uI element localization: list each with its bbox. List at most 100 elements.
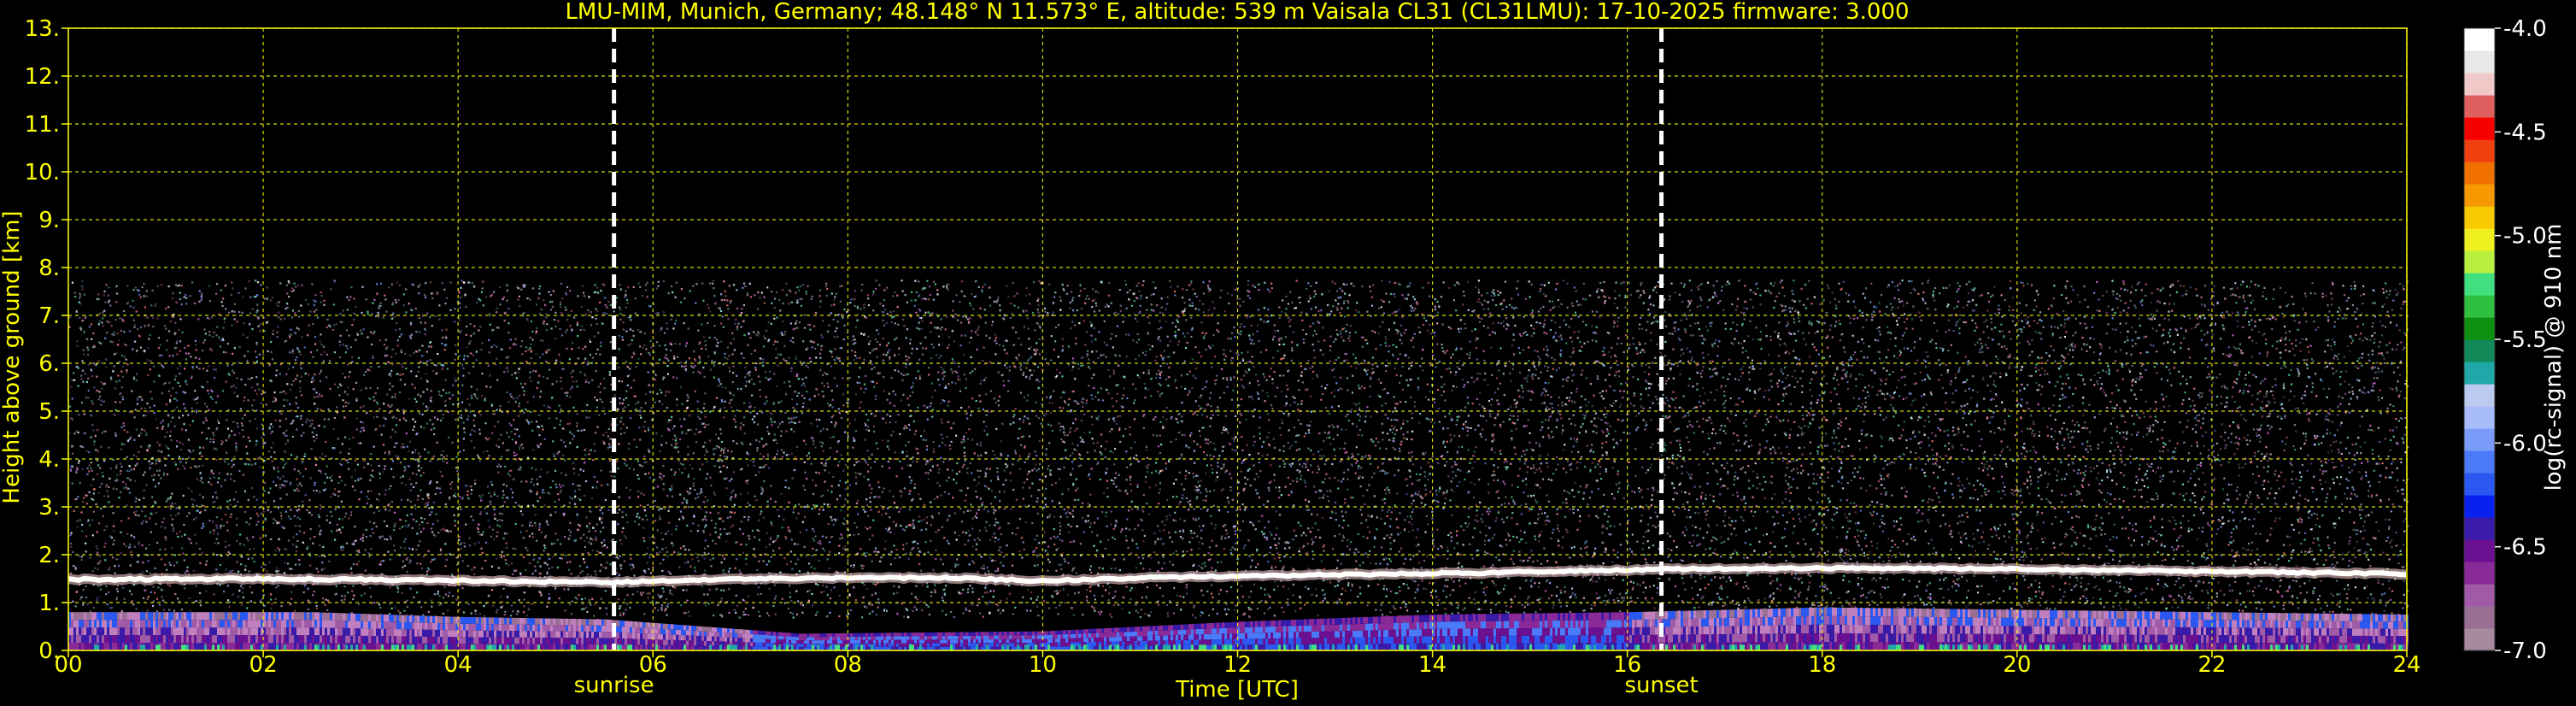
noise-speck bbox=[1933, 547, 1934, 549]
noise-speck bbox=[490, 536, 492, 538]
noise-speck bbox=[2252, 526, 2254, 527]
noise-speck bbox=[1888, 560, 1890, 562]
noise-speck bbox=[2046, 373, 2048, 374]
noise-speck bbox=[1823, 524, 1825, 526]
noise-speck bbox=[891, 316, 893, 318]
noise-speck bbox=[979, 470, 981, 472]
noise-speck bbox=[755, 362, 757, 364]
noise-speck bbox=[2074, 424, 2075, 426]
noise-speck bbox=[1773, 592, 1775, 594]
noise-speck bbox=[502, 551, 503, 553]
noise-speck bbox=[2357, 530, 2359, 532]
noise-speck bbox=[1746, 426, 1747, 427]
noise-speck bbox=[1151, 472, 1153, 474]
noise-speck bbox=[903, 325, 905, 327]
noise-speck bbox=[965, 432, 967, 433]
noise-speck bbox=[1887, 464, 1888, 466]
noise-speck bbox=[2285, 337, 2286, 338]
noise-speck bbox=[432, 370, 434, 372]
noise-speck bbox=[625, 514, 627, 515]
noise-speck bbox=[2233, 540, 2234, 542]
noise-speck bbox=[1353, 354, 1354, 356]
noise-speck bbox=[1394, 419, 1396, 421]
noise-speck bbox=[1851, 365, 1852, 367]
noise-speck bbox=[920, 317, 922, 319]
noise-speck bbox=[1270, 368, 1272, 369]
noise-speck bbox=[1206, 442, 1207, 444]
noise-speck bbox=[506, 543, 508, 544]
noise-speck bbox=[890, 311, 892, 313]
noise-speck bbox=[2389, 542, 2391, 544]
noise-speck bbox=[1789, 461, 1791, 462]
noise-speck bbox=[559, 328, 560, 330]
noise-speck bbox=[1674, 291, 1675, 293]
noise-speck bbox=[2035, 451, 2037, 453]
noise-speck bbox=[323, 304, 325, 306]
noise-speck bbox=[439, 471, 441, 473]
noise-speck bbox=[2280, 585, 2281, 587]
noise-speck bbox=[1359, 564, 1361, 566]
noise-speck bbox=[2098, 459, 2099, 461]
noise-speck bbox=[1359, 415, 1361, 417]
noise-speck bbox=[577, 485, 578, 486]
noise-speck bbox=[401, 351, 402, 353]
noise-speck bbox=[377, 387, 378, 389]
noise-speck bbox=[314, 440, 315, 442]
noise-speck bbox=[577, 515, 578, 516]
noise-speck bbox=[718, 438, 719, 439]
noise-speck bbox=[916, 348, 918, 350]
noise-speck bbox=[1211, 522, 1212, 524]
noise-speck bbox=[507, 290, 508, 291]
noise-speck bbox=[1611, 347, 1612, 349]
noise-speck bbox=[1813, 474, 1815, 475]
noise-speck bbox=[2207, 592, 2209, 594]
noise-speck bbox=[1603, 494, 1605, 496]
noise-speck bbox=[1658, 525, 1659, 527]
noise-speck bbox=[733, 338, 735, 340]
noise-speck bbox=[698, 344, 700, 345]
noise-speck bbox=[885, 422, 887, 424]
noise-speck bbox=[604, 413, 606, 415]
noise-speck bbox=[2316, 514, 2318, 515]
noise-speck bbox=[982, 502, 983, 503]
noise-speck bbox=[1099, 309, 1100, 311]
noise-speck bbox=[1838, 283, 1840, 285]
noise-speck bbox=[1161, 297, 1163, 299]
noise-speck bbox=[1742, 351, 1744, 353]
noise-speck bbox=[170, 431, 172, 432]
noise-speck bbox=[2041, 357, 2043, 359]
noise-speck bbox=[1544, 285, 1546, 286]
noise-speck bbox=[1255, 528, 1257, 530]
noise-speck bbox=[370, 548, 372, 550]
noise-speck bbox=[106, 506, 108, 508]
noise-speck bbox=[500, 434, 502, 436]
noise-speck bbox=[1352, 391, 1353, 393]
noise-speck bbox=[280, 518, 282, 520]
noise-speck bbox=[2226, 402, 2227, 403]
noise-speck bbox=[275, 374, 277, 376]
noise-speck bbox=[1206, 464, 1208, 466]
noise-speck bbox=[2001, 402, 2003, 403]
noise-speck bbox=[2362, 525, 2364, 527]
noise-speck bbox=[1336, 601, 1338, 603]
noise-speck bbox=[1108, 295, 1110, 297]
noise-speck bbox=[2356, 496, 2357, 497]
noise-speck bbox=[1147, 344, 1149, 345]
noise-speck bbox=[1883, 393, 1885, 395]
noise-speck bbox=[421, 521, 423, 523]
noise-speck bbox=[431, 297, 433, 299]
noise-speck bbox=[714, 527, 716, 528]
noise-speck bbox=[1072, 468, 1074, 470]
noise-speck bbox=[2286, 503, 2287, 505]
noise-speck bbox=[2121, 527, 2123, 529]
noise-speck bbox=[1677, 337, 1679, 338]
noise-speck bbox=[762, 491, 764, 493]
noise-speck bbox=[1677, 365, 1679, 367]
noise-speck bbox=[218, 422, 220, 424]
noise-speck bbox=[1463, 386, 1464, 388]
noise-speck bbox=[544, 304, 546, 306]
noise-speck bbox=[153, 479, 155, 480]
noise-speck bbox=[114, 539, 115, 541]
noise-speck bbox=[176, 440, 178, 442]
noise-speck bbox=[1182, 497, 1183, 499]
